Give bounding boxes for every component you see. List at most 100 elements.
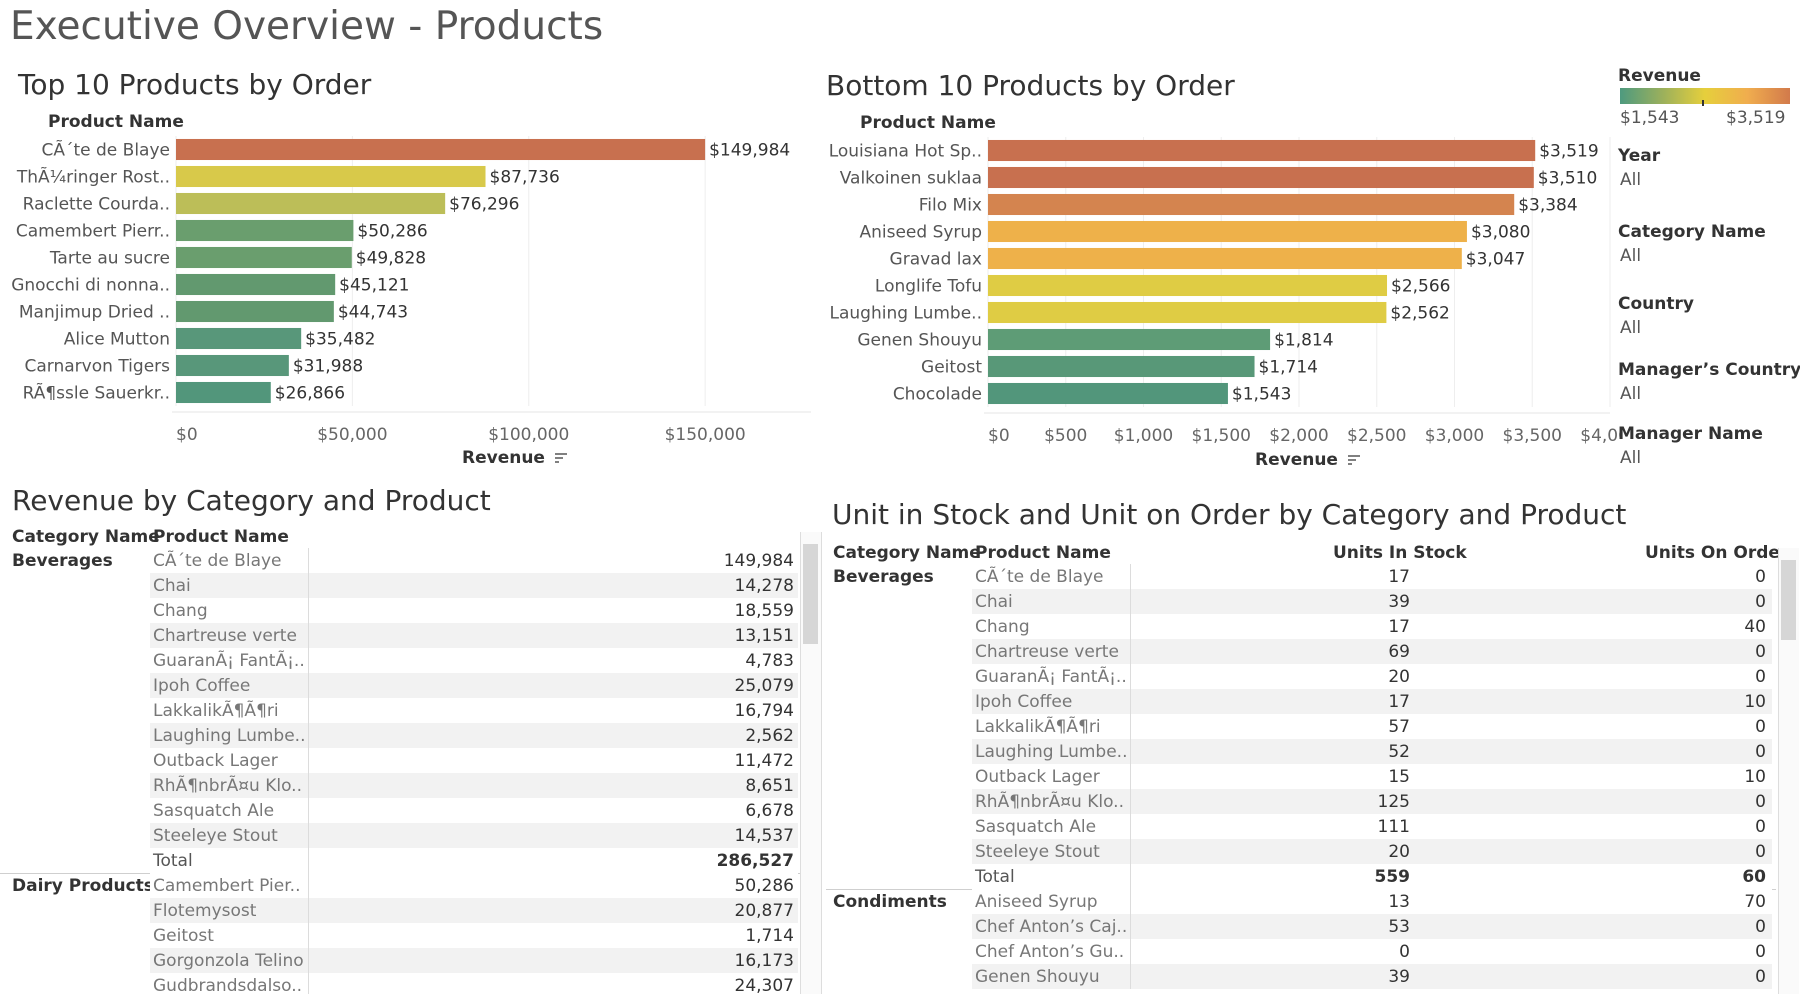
table-row[interactable]: Ipoh Coffee 25,079 — [150, 673, 798, 698]
table-row[interactable]: RhÃ¶nbrÃ¤u Klo.. 8,651 — [150, 773, 798, 798]
rev-product-cell: CÃ´te de Blaye — [153, 551, 282, 571]
top10-bar[interactable] — [176, 246, 352, 269]
table-row[interactable]: Chartreuse verte 13,151 — [150, 623, 798, 648]
bottom10-bar[interactable] — [988, 220, 1467, 243]
bottom10-bar[interactable] — [988, 274, 1388, 297]
filter-manager-country-value[interactable]: All — [1620, 384, 1641, 404]
table-row[interactable]: Laughing Lumbe.. 52 0 — [972, 739, 1772, 764]
column-divider — [308, 648, 309, 673]
bottom10-bar[interactable] — [988, 382, 1228, 405]
table-row[interactable]: Sasquatch Ale 111 0 — [972, 814, 1772, 839]
bottom10-bar[interactable] — [988, 301, 1387, 324]
filter-category-value[interactable]: All — [1620, 246, 1641, 266]
filter-manager-name-value[interactable]: All — [1620, 448, 1641, 468]
table-row[interactable]: Laughing Lumbe.. 2,562 — [150, 723, 798, 748]
table-row[interactable]: LakkalikÃ¶Ã¶ri 57 0 — [972, 714, 1772, 739]
table-row[interactable]: CÃ´te de Blaye 17 0 — [972, 564, 1772, 589]
table-row[interactable]: Chef Anton’s Gu.. 0 0 — [972, 939, 1772, 964]
top10-bar[interactable] — [176, 192, 446, 215]
bottom10-bar[interactable] — [988, 247, 1462, 270]
stock-units-on-order-cell: 0 — [1755, 592, 1766, 612]
column-divider — [1130, 664, 1131, 689]
column-divider — [1130, 714, 1131, 739]
stock-units-in-stock-cell: 52 — [1388, 742, 1410, 762]
table-row[interactable]: Chai 14,278 — [150, 573, 798, 598]
table-row[interactable]: Aniseed Syrup 13 70 — [972, 889, 1772, 914]
stock-product-cell: Total — [975, 867, 1015, 887]
bottom10-bar[interactable] — [988, 193, 1515, 216]
stock-product-cell: GuaranÃ¡ FantÃ¡.. — [975, 667, 1127, 687]
top10-bar[interactable] — [176, 273, 336, 296]
table-row[interactable]: GuaranÃ¡ FantÃ¡.. 20 0 — [972, 664, 1772, 689]
table-row[interactable]: LakkalikÃ¶Ã¶ri 16,794 — [150, 698, 798, 723]
rev-product-cell: Total — [153, 851, 193, 871]
table-row[interactable]: Total 286,527 — [150, 848, 798, 873]
column-divider — [308, 973, 309, 994]
top10-bar[interactable] — [176, 165, 486, 188]
table-row[interactable]: Chartreuse verte 69 0 — [972, 639, 1772, 664]
top10-bar[interactable] — [176, 138, 706, 161]
table-row[interactable]: Genen Shouyu 39 0 — [972, 964, 1772, 989]
rev-table-body[interactable]: Beverages CÃ´te de Blaye 149,984 Chai 14,278… — [0, 548, 822, 994]
table-row[interactable]: Sasquatch Ale 6,678 — [150, 798, 798, 823]
top10-bar[interactable] — [176, 381, 271, 404]
bottom10-axis-label-wrap[interactable]: Revenue — [1255, 450, 1360, 470]
column-divider — [1130, 589, 1131, 614]
top10-bar[interactable] — [176, 219, 354, 242]
column-divider — [308, 923, 309, 948]
bottom10-value-label: $2,562 — [1390, 304, 1449, 324]
table-row[interactable]: Steeleye Stout 20 0 — [972, 839, 1772, 864]
table-row[interactable]: Geitost 1,714 — [150, 923, 798, 948]
bottom10-bar[interactable] — [988, 166, 1534, 189]
filter-year-value[interactable]: All — [1620, 170, 1641, 190]
rev-value-cell: 4,783 — [745, 651, 794, 671]
stock-units-in-stock-cell: 20 — [1388, 667, 1410, 687]
bottom10-bar[interactable] — [988, 139, 1536, 162]
column-divider — [308, 748, 309, 773]
rev-scroll-thumb[interactable] — [803, 544, 818, 644]
table-row[interactable]: GuaranÃ¡ FantÃ¡.. 4,783 — [150, 648, 798, 673]
rev-value-cell: 11,472 — [734, 751, 794, 771]
table-row[interactable]: CÃ´te de Blaye 149,984 — [150, 548, 798, 573]
bottom10-bar[interactable] — [988, 355, 1255, 378]
stock-units-on-order-cell: 0 — [1755, 842, 1766, 862]
table-row[interactable]: Outback Lager 15 10 — [972, 764, 1772, 789]
filter-country-value[interactable]: All — [1620, 318, 1641, 338]
table-row[interactable]: RhÃ¶nbrÃ¤u Klo.. 125 0 — [972, 789, 1772, 814]
top10-tick-label: $100,000 — [488, 425, 569, 445]
table-row[interactable]: Chang 18,559 — [150, 598, 798, 623]
stock-product-cell: CÃ´te de Blaye — [975, 567, 1104, 587]
rev-value-cell: 14,278 — [734, 576, 794, 596]
top10-axis-label-wrap[interactable]: Revenue — [462, 448, 567, 468]
table-row[interactable]: Steeleye Stout 14,537 — [150, 823, 798, 848]
stock-table-scrollbar[interactable] — [1778, 548, 1799, 994]
table-row[interactable]: Outback Lager 11,472 — [150, 748, 798, 773]
top10-bar[interactable] — [176, 354, 289, 377]
sort-icon[interactable] — [554, 453, 567, 463]
rev-table-scrollbar[interactable] — [800, 532, 822, 994]
sort-icon[interactable] — [1347, 455, 1360, 465]
stock-units-on-order-cell: 10 — [1744, 767, 1766, 787]
bottom10-value-label: $3,384 — [1518, 196, 1577, 216]
bottom10-bar[interactable] — [988, 328, 1271, 351]
bottom10-tick-label: $1,000 — [1114, 426, 1173, 446]
legend-gradient — [1620, 88, 1790, 104]
stock-units-on-order-cell: 0 — [1755, 742, 1766, 762]
table-row[interactable]: Flotemysost 20,877 — [150, 898, 798, 923]
column-divider — [308, 873, 309, 898]
table-row[interactable]: Gorgonzola Telino 16,173 — [150, 948, 798, 973]
table-row[interactable]: Chef Anton’s Caj.. 53 0 — [972, 914, 1772, 939]
table-row[interactable]: Camembert Pier.. 50,286 — [150, 873, 798, 898]
stock-table-body[interactable]: Beverages CÃ´te de Blaye 17 0 Chai 39 0 Chang 17… — [826, 564, 1776, 994]
table-row[interactable]: Chang 17 40 — [972, 614, 1772, 639]
bottom10-category-label: Geitost — [921, 358, 982, 378]
table-row[interactable]: Total 559 60 — [972, 864, 1772, 889]
table-row[interactable]: Chai 39 0 — [972, 589, 1772, 614]
stock-scroll-thumb[interactable] — [1781, 560, 1796, 640]
table-row[interactable]: Ipoh Coffee 17 10 — [972, 689, 1772, 714]
top10-bar[interactable] — [176, 300, 334, 323]
stock-product-cell: Chartreuse verte — [975, 642, 1119, 662]
top10-bar[interactable] — [176, 327, 302, 350]
table-row[interactable]: Gudbrandsdalso.. 24,307 — [150, 973, 798, 994]
bottom10-bar-chart: Louisiana Hot Sp.. $3,519 Valkoinen suklaa… — [829, 137, 1620, 446]
